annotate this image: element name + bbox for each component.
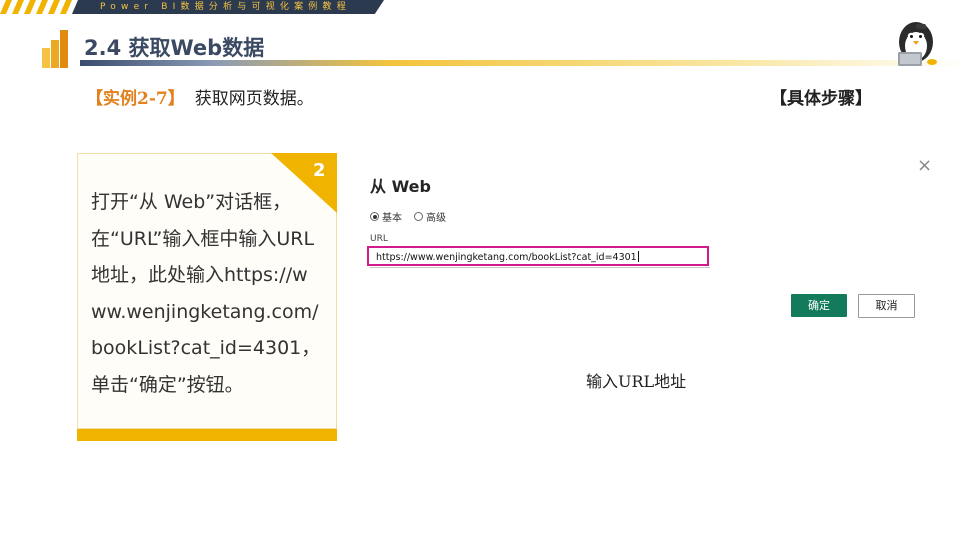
radio-basic-label[interactable]: 基本 [382, 209, 402, 224]
input-underline [370, 267, 710, 268]
dialog-title: 从 Web [370, 177, 431, 196]
radio-advanced-label[interactable]: 高级 [426, 209, 446, 224]
title-underline [80, 60, 966, 66]
page-title: 2.4 获取Web数据 [84, 36, 265, 60]
powerbi-logo-icon [42, 30, 68, 68]
url-input-value: https://www.wenjingketang.com/bookList?c… [376, 252, 637, 263]
steps-label: 【具体步骤】 [770, 89, 872, 109]
text-caret [637, 251, 639, 262]
mode-radio-group: 基本 高级 [370, 209, 446, 224]
step-card-footer-bar [77, 429, 337, 441]
step-number: 2 [313, 160, 326, 181]
cancel-button[interactable]: 取消 [858, 294, 915, 318]
penguin-mascot-icon [898, 22, 937, 66]
example-tag: 【实例2-7】 [86, 89, 185, 109]
close-icon[interactable]: × [917, 155, 932, 176]
url-input[interactable]: https://www.wenjingketang.com/bookList?c… [367, 246, 709, 266]
banner-text: Power BI数据分析与可视化案例教程 [100, 2, 351, 12]
banner-stripes [0, 0, 82, 14]
ok-button[interactable]: 确定 [791, 294, 847, 317]
example-heading: 【实例2-7】 获取网页数据。 [86, 84, 314, 109]
figure-caption: 输入URL地址 [586, 372, 687, 391]
radio-basic[interactable] [370, 212, 379, 221]
example-description: 获取网页数据。 [194, 89, 314, 109]
url-label: URL [370, 234, 388, 244]
step-instructions: 打开“从 Web”对话框，在“URL”输入框中输入URL 地址，此处输入http… [91, 191, 321, 396]
radio-advanced[interactable] [414, 212, 423, 221]
